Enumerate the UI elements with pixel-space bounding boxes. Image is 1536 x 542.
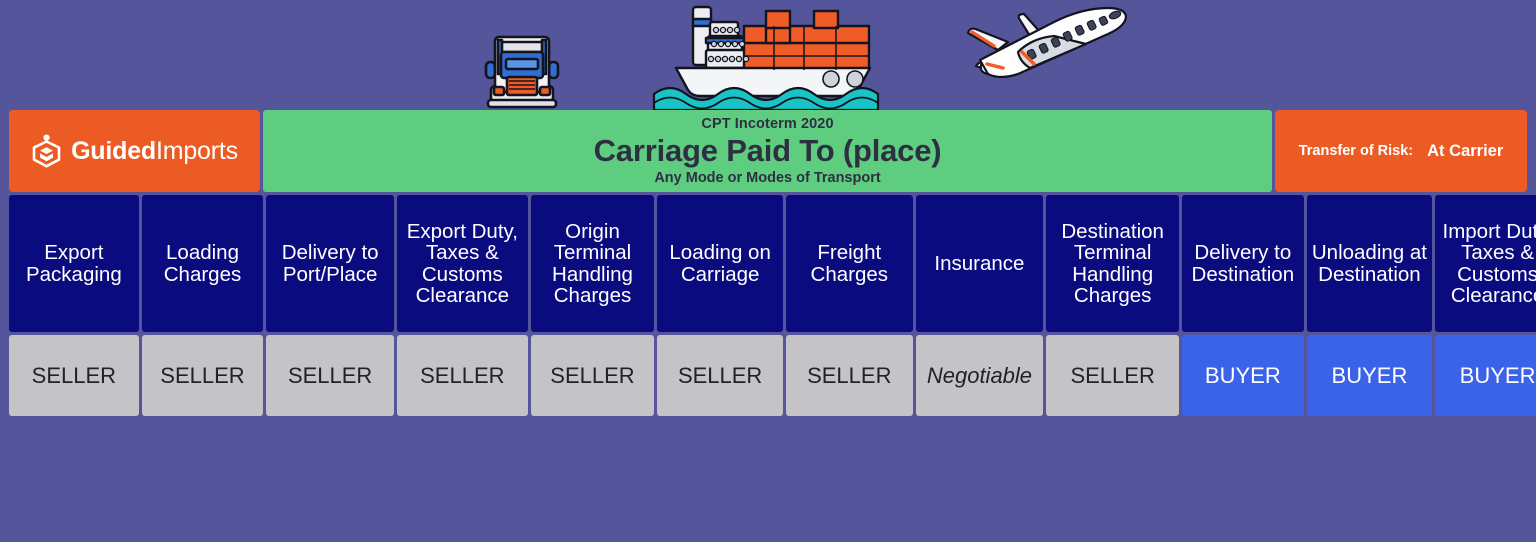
- incoterm-heading: Carriage Paid To (place): [593, 133, 942, 168]
- table-header-row: Export Packaging Loading Charges Delivery …: [9, 195, 1536, 332]
- responsibility-cell-seller: SELLER: [785, 335, 913, 416]
- column-header-cell: Destination Terminal Handling Charges: [1046, 195, 1180, 332]
- incoterm-eyebrow: CPT Incoterm 2020: [701, 116, 834, 132]
- column-header-cell: Freight Charges: [785, 195, 913, 332]
- cost-responsibility-table: Export Packaging Loading Charges Delivery …: [9, 195, 1536, 416]
- column-header-cell: Insurance: [915, 195, 1044, 332]
- container-ship-icon: [648, 2, 898, 110]
- title-band: GuidedImports CPT Incoterm 2020 Carriage…: [9, 110, 1527, 192]
- brand-name: GuidedImports: [71, 137, 238, 166]
- responsibility-cell-buyer: BUYER: [1435, 335, 1536, 416]
- responsibility-cell-seller: SELLER: [9, 335, 139, 416]
- column-header-cell: Import Duty, Taxes & Customs Clearance: [1435, 195, 1536, 332]
- responsibility-cell-seller: SELLER: [141, 335, 264, 416]
- column-header-cell: Delivery to Port/Place: [266, 195, 394, 332]
- column-header-cell: Export Packaging: [9, 195, 139, 332]
- column-header-cell: Loading on Carriage: [657, 195, 783, 332]
- responsibility-cell-seller: SELLER: [396, 335, 528, 416]
- guided-imports-hexagon-logo-icon: [31, 134, 62, 168]
- incoterm-subtitle: Any Mode or Modes of Transport: [654, 170, 881, 186]
- column-header-cell: Export Duty, Taxes & Customs Clearance: [396, 195, 528, 332]
- responsibility-cell-seller: SELLER: [530, 335, 655, 416]
- transfer-of-risk-label: Transfer of Risk:: [1298, 143, 1414, 159]
- responsibility-cell-seller: SELLER: [266, 335, 394, 416]
- column-header-cell: Loading Charges: [141, 195, 264, 332]
- infographic-root: GuidedImports CPT Incoterm 2020 Carriage…: [0, 0, 1536, 542]
- brand-name-light: Imports: [155, 136, 238, 165]
- incoterm-title-panel: CPT Incoterm 2020 Carriage Paid To (plac…: [263, 110, 1272, 192]
- brand-name-bold: Guided: [71, 136, 156, 165]
- truck-icon: [484, 32, 560, 110]
- column-header-cell: Origin Terminal Handling Charges: [530, 195, 655, 332]
- responsibility-cell-seller: SELLER: [657, 335, 783, 416]
- transfer-of-risk-value: At Carrier: [1427, 141, 1504, 160]
- airplane-icon: [958, 2, 1136, 78]
- transport-icon-strip: [0, 0, 1536, 110]
- responsibility-cell-buyer: BUYER: [1306, 335, 1433, 416]
- responsibility-cell-buyer: BUYER: [1182, 335, 1304, 416]
- responsibility-cell-negotiable: Negotiable: [915, 335, 1044, 416]
- column-header-cell: Unloading at Destination: [1306, 195, 1433, 332]
- table-value-row: SELLER SELLER SELLER SELLER SELLER SELLER SELL…: [9, 335, 1536, 416]
- transfer-of-risk-panel: Transfer of Risk: At Carrier: [1275, 110, 1527, 192]
- responsibility-cell-seller: SELLER: [1046, 335, 1180, 416]
- brand-logo-panel[interactable]: GuidedImports: [9, 110, 260, 192]
- column-header-cell: Delivery to Destination: [1182, 195, 1304, 332]
